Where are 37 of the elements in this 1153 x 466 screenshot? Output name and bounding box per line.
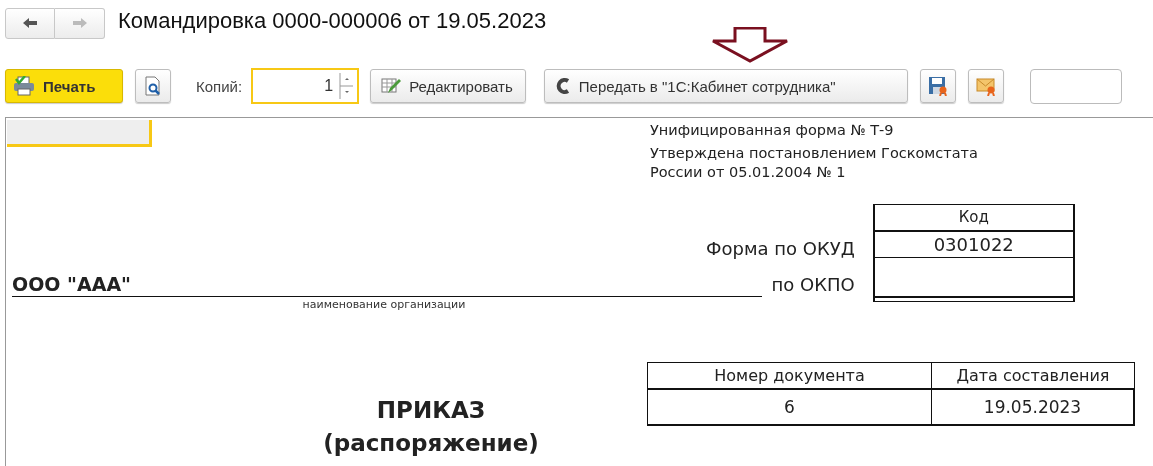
form-note: Утверждена постановлением Госкомстата [650, 144, 978, 163]
table-header-cell-text: Дата составления [955, 365, 1111, 387]
table-pencil-icon [381, 77, 402, 95]
save-button[interactable] [919, 69, 956, 103]
magnifier-icon [144, 76, 162, 96]
envelope-icon [975, 76, 996, 96]
table-header-cell: Номер документа [648, 363, 932, 388]
send-button[interactable]: Передать в "1С:Кабинет сотрудника" [543, 69, 908, 103]
mail-button[interactable] [967, 69, 1004, 103]
edit-button[interactable]: Редактировать [370, 69, 526, 103]
window-title: Командировка 0000-000006 от 19.05.2023 [118, 8, 547, 34]
document-heading: ПРИКАЗ [375, 396, 487, 425]
table-cell: 0301022 [874, 232, 1073, 258]
spin-arrows-icon [339, 73, 354, 99]
printer-icon [13, 76, 35, 96]
c-logo-icon [554, 77, 571, 95]
document-heading: (распоряжение) [322, 429, 540, 458]
back-button[interactable] [5, 7, 55, 39]
organization-name: ООО "ААА" [12, 273, 762, 297]
table-cell-text: 19.05.2023 [982, 396, 1083, 419]
form-note: Унифицированная форма № Т-9 [650, 121, 895, 140]
code-label: Форма по ОКУД [706, 236, 855, 261]
table-cell: 6 [648, 390, 932, 424]
selected-cell[interactable] [7, 120, 152, 147]
table-header-cell: Код [874, 205, 1073, 232]
forward-arrow-icon [71, 17, 88, 29]
copies-field[interactable]: 1 [251, 68, 360, 104]
floppy-icon [927, 76, 948, 96]
copies-label: Копий: [196, 77, 243, 95]
code-label: по ОКПО [771, 272, 855, 297]
organization-caption: наименование организации [301, 298, 467, 311]
search-field[interactable] [1029, 68, 1122, 104]
print-button[interactable]: Печать [5, 69, 123, 103]
back-arrow-icon [22, 17, 38, 29]
down-arrow-icon [711, 27, 789, 63]
preview-button[interactable] [135, 69, 171, 103]
form-note: России от 05.01.2004 № 1 [650, 163, 847, 182]
